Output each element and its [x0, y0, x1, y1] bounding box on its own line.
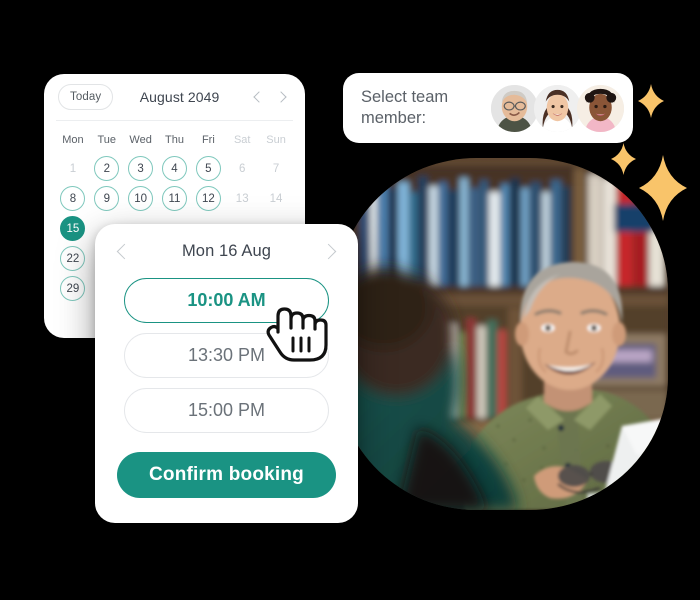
time-slot-booking-card: Mon 16 Aug 10:00 AM 13:30 PM 15:00 PM Conf… — [95, 224, 358, 523]
avatar-team-member-1[interactable] — [491, 84, 538, 132]
calendar-day-14: 14 — [269, 192, 283, 205]
calendar-day-6: 6 — [239, 162, 246, 175]
time-slot-option[interactable]: 15:00 PM — [124, 388, 329, 433]
calendar-day-header: Wed — [129, 134, 152, 146]
calendar-nav — [252, 91, 289, 104]
time-slot-list: 10:00 AM 13:30 PM 15:00 PM — [95, 278, 358, 433]
confirm-button-wrap: Confirm booking — [95, 443, 358, 498]
calendar-day-5[interactable]: 5 — [195, 156, 221, 181]
calendar-day-15[interactable]: 15 — [60, 216, 86, 241]
calendar-day-9[interactable]: 9 — [94, 186, 120, 211]
chevron-left-icon[interactable] — [115, 243, 131, 259]
team-avatar-list — [491, 84, 624, 132]
chevron-right-icon[interactable] — [276, 91, 289, 104]
sparkle-large-icon — [639, 155, 687, 221]
booking-widget-illustration: Select team member: Today August 2049 Mo… — [0, 0, 700, 600]
sparkle-small-top-icon — [638, 84, 664, 118]
calendar-day-4[interactable]: 4 — [161, 156, 187, 181]
calendar-day-29[interactable]: 29 — [60, 276, 86, 301]
calendar-day-header: Fri — [201, 134, 215, 146]
calendar-day-10[interactable]: 10 — [128, 186, 154, 211]
avatar-team-member-3[interactable] — [577, 84, 624, 132]
calendar-day-11[interactable]: 11 — [161, 186, 187, 211]
calendar-day-7: 7 — [272, 162, 280, 175]
calendar-day-1: 1 — [69, 162, 77, 175]
calendar-month-title: August 2049 — [139, 89, 220, 105]
calendar-day-header: Thu — [165, 134, 184, 146]
calendar-day-header: Sat — [233, 134, 251, 146]
calendar-day-header: Tue — [97, 134, 117, 146]
calendar-day-header: Sun — [266, 134, 286, 146]
calendar-day-8[interactable]: 8 — [60, 186, 86, 211]
select-team-member-card: Select team member: — [343, 73, 633, 143]
chevron-right-icon[interactable] — [322, 243, 338, 259]
chevron-left-icon[interactable] — [252, 91, 265, 104]
photo-artwork — [338, 158, 668, 510]
calendar-header: Today August 2049 — [44, 74, 305, 120]
calendar-day-header: Mon — [62, 134, 84, 146]
select-team-member-label: Select team member: — [361, 87, 449, 127]
confirm-booking-button[interactable]: Confirm booking — [117, 452, 336, 498]
booking-date-title: Mon 16 Aug — [181, 241, 272, 260]
calendar-day-22[interactable]: 22 — [60, 246, 86, 271]
time-slot-option[interactable]: 13:30 PM — [124, 333, 329, 378]
today-button[interactable]: Today — [58, 84, 114, 110]
consultation-photo — [338, 158, 668, 510]
calendar-day-13: 13 — [235, 192, 249, 205]
booking-header: Mon 16 Aug — [95, 224, 358, 278]
calendar-day-3[interactable]: 3 — [128, 156, 154, 181]
calendar-day-12[interactable]: 12 — [195, 186, 221, 211]
avatar-team-member-2[interactable] — [534, 84, 581, 132]
time-slot-option[interactable]: 10:00 AM — [124, 278, 329, 323]
sparkle-small-left-icon — [611, 143, 636, 175]
calendar-day-2[interactable]: 2 — [94, 156, 120, 181]
